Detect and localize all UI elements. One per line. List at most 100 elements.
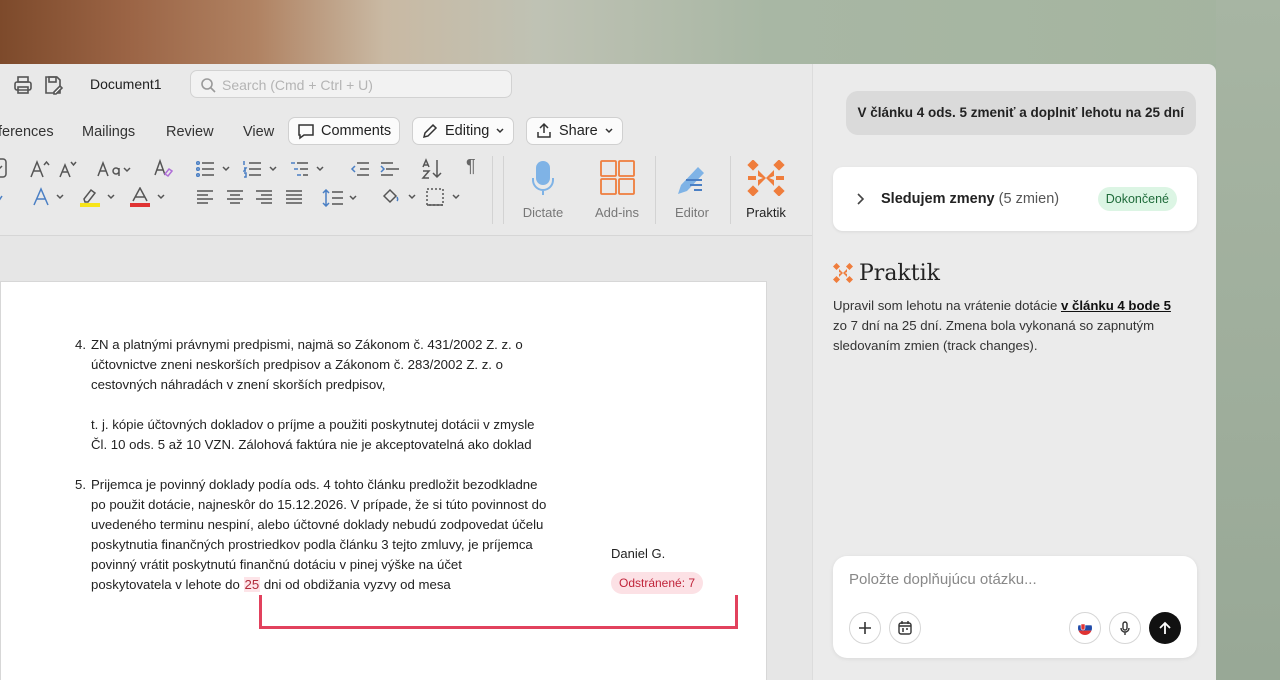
font-color-icon[interactable]: [130, 187, 168, 209]
shrink-font-icon[interactable]: [58, 159, 78, 179]
editor-button[interactable]: Editor: [664, 160, 720, 220]
tab-mailings[interactable]: Mailings: [82, 124, 135, 140]
comments-label: Comments: [321, 123, 392, 139]
multilevel-list-icon[interactable]: [290, 160, 326, 178]
tracking-status-card[interactable]: Sledujem zmeny (5 zmien) Dokončené: [833, 167, 1197, 231]
share-button[interactable]: Share: [526, 117, 623, 145]
composer: [833, 556, 1197, 658]
add-ins-button[interactable]: Add-ins: [589, 160, 645, 220]
search-icon: [201, 78, 216, 93]
text-outline-icon[interactable]: [32, 187, 68, 207]
editing-label: Editing: [445, 123, 490, 139]
language-button[interactable]: [1069, 612, 1101, 644]
slovak-flag-icon: [1078, 621, 1092, 635]
share-label: Share: [559, 123, 598, 139]
grow-font-icon[interactable]: [29, 159, 51, 179]
text-line: poskytovatela v lehote do 25 dni od obdi…: [91, 575, 581, 595]
text-run: poskytovatela v lehote do: [91, 577, 244, 592]
clear-formatting-icon[interactable]: [153, 158, 173, 178]
voice-input-button[interactable]: [1109, 612, 1141, 644]
arrow-up-icon: [1159, 621, 1171, 634]
user-message-bubble: V článku 4 ods. 5 zmeniť a doplniť lehot…: [845, 91, 1196, 135]
dictate-label: Dictate: [522, 205, 564, 220]
sort-icon[interactable]: [421, 158, 443, 180]
text-line: ZN a platnými právnymi predpismi, najmä …: [91, 337, 523, 352]
document-name[interactable]: Document1: [90, 76, 162, 92]
status-title: Sledujem zmeny (5 zmien): [881, 191, 1059, 207]
text-line: po použit dotácie, najneskôr do 15.12.20…: [91, 497, 547, 512]
pencil-icon: [422, 123, 438, 139]
praktik-name: Praktik: [859, 260, 940, 286]
word-window: Document1 Search (Cmd + Ctrl + U) ferenc…: [0, 64, 812, 680]
font-size-dropdown-chevron-icon[interactable]: [0, 158, 8, 178]
add-ins-label: Add-ins: [594, 205, 640, 220]
ribbon-tabs: ferences Mailings Review View Comments E…: [0, 116, 812, 148]
comments-button[interactable]: Comments: [288, 117, 401, 145]
tab-view[interactable]: View: [243, 124, 274, 140]
assistant-answer: Upravil som lehotu na vrátenie dotácie v…: [833, 296, 1183, 356]
calendar-button[interactable]: [889, 612, 921, 644]
status-title-text: Sledujem zmeny: [881, 191, 995, 207]
text-line: Prijemca je povinný doklady podía ods. 4…: [91, 477, 538, 492]
pilcrow-icon[interactable]: ¶: [466, 156, 476, 177]
ribbon-divider: [730, 156, 731, 224]
highlight-color-icon[interactable]: [80, 187, 118, 209]
plus-icon: [859, 622, 871, 634]
print-icon[interactable]: [12, 74, 34, 96]
text-line: Čl. 10 ods. 5 až 10 VZN. Zálohová faktúr…: [91, 437, 532, 452]
chevron-right-icon: [857, 193, 865, 205]
add-button[interactable]: [849, 612, 881, 644]
editor-pen-icon: [678, 167, 704, 194]
align-right-icon[interactable]: [255, 190, 273, 206]
track-change-author: Daniel G.: [611, 546, 666, 561]
chevron-down-icon: [605, 128, 613, 134]
dictate-button[interactable]: Dictate: [515, 160, 571, 220]
answer-text: zo 7 dní na 25 dní. Zmena bola vykonaná …: [833, 318, 1155, 353]
change-case-icon[interactable]: [97, 159, 131, 179]
praktik-brand: Praktik: [833, 260, 940, 286]
tab-review[interactable]: Review: [166, 124, 214, 140]
status-count: (5 zmien): [998, 191, 1060, 207]
increase-indent-icon[interactable]: [380, 160, 400, 178]
add-ins-grid-icon: [600, 160, 635, 195]
tracked-insertion[interactable]: 25: [243, 577, 261, 592]
title-bar: Document1 Search (Cmd + Ctrl + U): [0, 64, 812, 108]
comment-icon: [298, 124, 314, 140]
ribbon-divider: [503, 156, 504, 224]
text-effects-icon[interactable]: [0, 188, 4, 204]
list-item-5: 5. Prijemca je povinný doklady podía ods…: [75, 475, 581, 595]
microphone-icon: [1120, 621, 1130, 635]
shading-icon[interactable]: [381, 186, 419, 208]
tab-references[interactable]: ferences: [0, 124, 54, 140]
ribbon-divider: [655, 156, 656, 224]
search-placeholder: Search (Cmd + Ctrl + U): [222, 77, 373, 93]
praktik-ribbon-button[interactable]: Praktik: [738, 159, 794, 220]
numbering-icon[interactable]: [243, 160, 279, 178]
praktik-logo-icon: [833, 263, 853, 283]
align-left-icon[interactable]: [196, 190, 214, 206]
chevron-down-icon: [496, 128, 504, 134]
document-page[interactable]: 4. ZN a platnými právnymi predpismi, naj…: [0, 281, 767, 680]
text-run: dni od obdižania vyzvy od mesa: [260, 577, 451, 592]
answer-link[interactable]: v článku 4 bode 5: [1061, 298, 1171, 313]
list-number: 4.: [75, 337, 86, 352]
align-center-icon[interactable]: [226, 190, 244, 206]
save-as-icon[interactable]: [42, 74, 64, 96]
decrease-indent-icon[interactable]: [350, 160, 370, 178]
send-button[interactable]: [1149, 612, 1181, 644]
follow-up-input[interactable]: [849, 571, 1169, 588]
editing-button[interactable]: Editing: [412, 117, 515, 145]
justify-icon[interactable]: [285, 190, 303, 206]
desktop-wallpaper: [0, 0, 1280, 64]
search-box[interactable]: Search (Cmd + Ctrl + U): [190, 70, 512, 98]
line-spacing-icon[interactable]: [322, 189, 360, 207]
share-icon: [537, 122, 551, 138]
list-item-4-continuation: t. j. kópie účtovných dokladov o príjme …: [91, 415, 581, 455]
calendar-icon: [898, 621, 912, 635]
text-line: poskytnutia finančných prostriedkov podl…: [91, 537, 533, 552]
list-number: 5.: [75, 477, 86, 492]
list-item-4: 4. ZN a platnými právnymi predpismi, naj…: [75, 335, 581, 395]
bullets-icon[interactable]: [196, 160, 232, 178]
borders-icon[interactable]: [426, 188, 464, 208]
track-change-badge[interactable]: Odstránené: 7: [611, 572, 704, 594]
